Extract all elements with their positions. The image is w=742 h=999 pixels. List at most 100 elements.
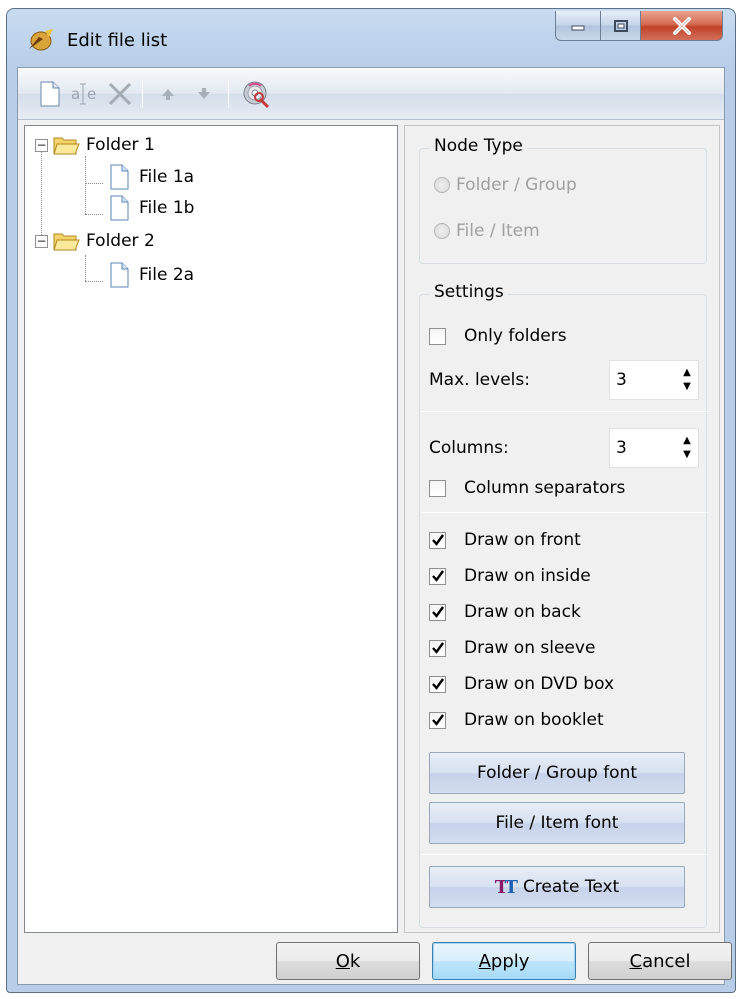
draw-on-front-label: Draw on front (464, 530, 581, 550)
delete-icon (108, 82, 132, 106)
svg-text:e: e (87, 85, 96, 103)
tree-node-label: File 1a (139, 167, 195, 187)
minimize-icon (571, 25, 585, 30)
draw-on-back-row[interactable]: Draw on back (429, 598, 581, 626)
draw-on-front-row[interactable]: Draw on front (429, 526, 581, 554)
checkmark-icon (431, 678, 444, 690)
new-item-button[interactable] (34, 78, 66, 110)
close-button[interactable] (641, 11, 723, 41)
rename-icon: ae (71, 83, 96, 105)
toolbar: ae (18, 68, 724, 120)
file-item-font-button[interactable]: File / Item font (429, 802, 685, 844)
tree-node-folder-2[interactable]: − Folder 2 (35, 226, 155, 256)
draw-on-booklet-row[interactable]: Draw on booklet (429, 706, 604, 734)
create-text-label: Create Text (522, 877, 620, 897)
settings-title: Settings (430, 282, 508, 302)
spin-up-icon[interactable]: ▲ (683, 366, 691, 380)
column-separators-checkbox[interactable] (429, 479, 446, 497)
folder-group-font-button[interactable]: Folder / Group font (429, 752, 685, 794)
column-separators-label: Column separators (464, 478, 626, 498)
properties-panel: Node Type Folder / Group File / Item Set… (404, 125, 720, 933)
columns-spinner[interactable]: 3 ▲ ▼ (609, 428, 699, 468)
draw-on-booklet-checkbox[interactable] (429, 711, 446, 729)
ok-label: k (349, 950, 361, 972)
disc-scan-icon (243, 81, 270, 109)
spin-up-icon[interactable]: ▲ (683, 434, 691, 448)
move-down-button[interactable] (188, 78, 220, 110)
draw-on-dvd-box-label: Draw on DVD box (464, 674, 615, 694)
delete-item-button[interactable] (104, 78, 136, 110)
max-levels-row: Max. levels: 3 ▲ ▼ (429, 360, 699, 400)
max-levels-value[interactable]: 3 (610, 370, 676, 390)
checkmark-icon (431, 606, 444, 618)
text-tool-icon: TT (494, 876, 518, 898)
max-levels-label: Max. levels: (429, 370, 530, 390)
draw-on-back-checkbox[interactable] (429, 603, 446, 621)
arrow-down-icon (198, 88, 210, 99)
title-bar[interactable]: Edit file list (7, 9, 735, 67)
spin-down-icon[interactable]: ▼ (683, 448, 691, 462)
svg-text:a: a (71, 85, 80, 103)
radio-file-item[interactable]: File / Item (434, 221, 540, 241)
column-separators-checkbox-row[interactable]: Column separators (429, 474, 625, 502)
apply-button[interactable]: Apply (432, 942, 576, 980)
only-folders-checkbox[interactable] (429, 327, 446, 345)
checkmark-icon (431, 570, 444, 582)
maximize-icon (613, 19, 628, 32)
radio-label: File / Item (456, 221, 540, 241)
cancel-label: ancel (642, 950, 691, 972)
ok-accel: O (335, 950, 350, 972)
apply-label: pply (490, 950, 530, 972)
collapse-icon[interactable]: − (35, 138, 48, 152)
columns-value[interactable]: 3 (610, 438, 676, 458)
draw-on-back-label: Draw on back (464, 602, 581, 622)
only-folders-checkbox-row[interactable]: Only folders (429, 322, 567, 350)
cd-burner-icon (29, 29, 53, 51)
tree-node-folder-1[interactable]: − Folder 1 (35, 130, 155, 160)
file-icon (110, 262, 129, 288)
draw-on-inside-label: Draw on inside (464, 566, 591, 586)
draw-on-sleeve-label: Draw on sleeve (464, 638, 596, 658)
arrow-up-icon (162, 89, 174, 100)
max-levels-spinner[interactable]: 3 ▲ ▼ (609, 360, 699, 400)
folder-group-font-label: Folder / Group font (476, 763, 638, 783)
draw-on-inside-checkbox[interactable] (429, 567, 446, 585)
maximize-button[interactable] (601, 11, 641, 41)
close-icon (672, 16, 691, 35)
radio-button[interactable] (434, 177, 450, 193)
minimize-button[interactable] (555, 11, 601, 41)
checkmark-icon (431, 642, 444, 654)
tree-node-label: Folder 2 (86, 231, 155, 251)
file-tree[interactable]: − Folder 1 File 1a File 1b − Folder 2 Fi… (24, 125, 398, 933)
move-up-button[interactable] (152, 78, 184, 110)
folder-open-icon (53, 233, 80, 251)
spin-down-icon[interactable]: ▼ (683, 380, 691, 394)
draw-on-dvd-box-row[interactable]: Draw on DVD box (429, 670, 614, 698)
cancel-accel: C (629, 950, 643, 972)
cancel-button[interactable]: Cancel (588, 942, 732, 980)
tree-node-file-1b[interactable]: File 1b (105, 193, 194, 223)
draw-on-dvd-box-checkbox[interactable] (429, 675, 446, 693)
radio-label: Folder / Group (456, 175, 577, 195)
checkmark-icon (431, 534, 444, 546)
apply-accel: A (478, 950, 491, 972)
collapse-icon[interactable]: − (35, 234, 48, 248)
tree-node-file-2a[interactable]: File 2a (105, 260, 194, 290)
draw-on-sleeve-checkbox[interactable] (429, 639, 446, 657)
radio-folder-group[interactable]: Folder / Group (434, 175, 577, 195)
rename-item-button[interactable]: ae (68, 78, 100, 110)
draw-on-front-checkbox[interactable] (429, 531, 446, 549)
dialog-client-area: ae − Folder 1 File 1a File 1b − Folder 2… (17, 67, 732, 985)
tree-node-label: File 1b (139, 198, 195, 218)
draw-on-inside-row[interactable]: Draw on inside (429, 562, 591, 590)
draw-on-sleeve-row[interactable]: Draw on sleeve (429, 634, 595, 662)
radio-button[interactable] (434, 223, 450, 239)
tree-node-label: File 2a (139, 265, 195, 285)
columns-row: Columns: 3 ▲ ▼ (429, 428, 699, 468)
ok-button[interactable]: Ok (276, 942, 420, 980)
only-folders-label: Only folders (464, 326, 567, 346)
tree-node-label: Folder 1 (86, 135, 155, 155)
create-text-button[interactable]: TT Create Text (429, 866, 685, 908)
import-disc-button[interactable] (240, 78, 272, 110)
tree-node-file-1a[interactable]: File 1a (105, 162, 194, 192)
